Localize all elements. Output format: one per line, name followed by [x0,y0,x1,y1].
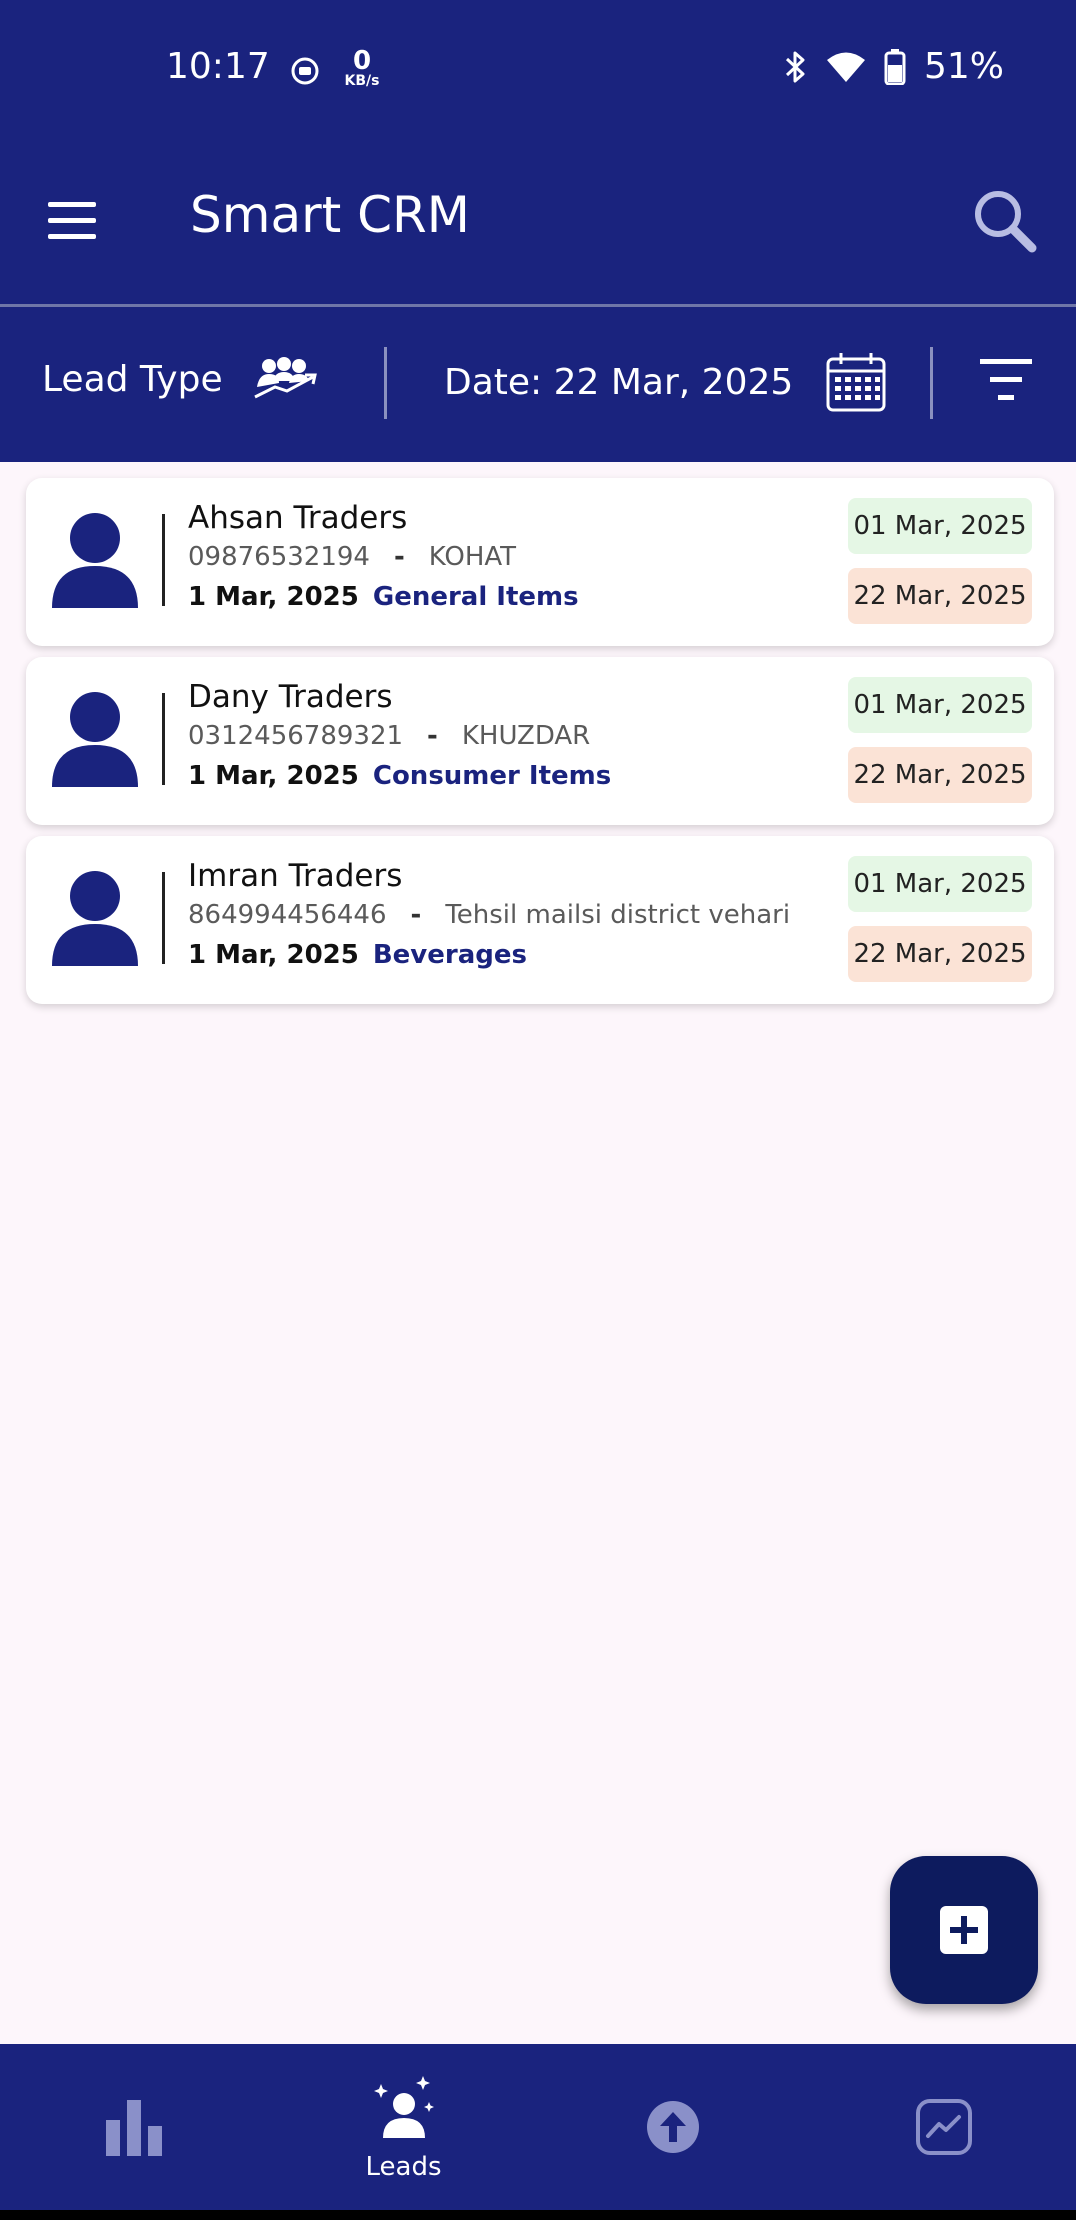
lead-meta: 1 Mar, 2025 Beverages [188,940,527,970]
lead-contact: 864994456446 - Tehsil mailsi district ve… [188,900,790,930]
header: 10:17 0 KB/s 51% Smart CRM Lead Type Dat… [0,0,1076,462]
lead-location: KOHAT [428,542,517,572]
calendar-icon [826,353,886,412]
bar-chart-icon [106,2100,162,2156]
end-date-badge: 22 Mar, 2025 [848,568,1032,624]
wifi-icon [826,52,865,82]
leads-icon [374,2076,434,2138]
lead-type-icon [253,357,317,399]
lead-name: Dany Traders [188,679,393,715]
lead-card[interactable]: Ahsan Traders 09876532194 - KOHAT 1 Mar,… [26,478,1054,646]
app-title: Smart CRM [190,186,470,244]
lead-location: Tehsil mailsi district vehari [445,900,791,930]
lead-date: 1 Mar, 2025 [188,582,359,612]
lead-phone: 09876532194 [188,542,370,572]
lead-name: Imran Traders [188,858,403,894]
battery-percent: 51% [923,46,1004,87]
status-right: 51% [784,46,1004,87]
end-date-badge: 22 Mar, 2025 [848,747,1032,803]
nav-label-leads: Leads [365,2152,442,2182]
lead-date: 1 Mar, 2025 [188,940,359,970]
date-filter[interactable]: Date: 22 Mar, 2025 [444,351,887,413]
lead-date: 1 Mar, 2025 [188,761,359,791]
nav-item-analytics[interactable] [807,2044,1076,2210]
lead-contact: 09876532194 - KOHAT [188,542,516,572]
status-bar: 10:17 0 KB/s 51% [0,0,1076,140]
avatar-icon [52,692,138,787]
filter-divider [930,347,933,419]
add-icon [940,1906,988,1954]
screen-record-icon [291,57,319,85]
bottom-nav: Leads [0,2044,1076,2210]
avatar-icon [52,871,138,966]
separator: - [410,900,422,930]
card-divider [162,872,165,964]
lead-phone: 864994456446 [188,900,387,930]
add-lead-button[interactable] [890,1856,1038,2004]
menu-icon[interactable] [44,198,100,244]
nav-item-dashboard[interactable] [0,2044,269,2210]
card-divider [162,514,165,606]
lead-type-filter[interactable]: Lead Type [42,357,319,401]
upload-icon [647,2101,699,2153]
sort-filter-icon[interactable] [978,353,1034,409]
status-time: 10:17 [166,46,270,87]
lead-contact: 0312456789321 - KHUZDAR [188,721,590,751]
lead-location: KHUZDAR [461,721,591,751]
lead-category: General Items [372,582,579,612]
nav-item-upload[interactable] [538,2044,807,2210]
end-date-badge: 22 Mar, 2025 [848,926,1032,982]
lead-name: Ahsan Traders [188,500,408,536]
lead-phone: 0312456789321 [188,721,404,751]
search-icon[interactable] [970,186,1040,256]
lead-type-label: Lead Type [42,358,223,400]
separator: - [393,542,405,572]
avatar-icon [52,513,138,608]
lead-category: Beverages [372,940,527,970]
lead-meta: 1 Mar, 2025 Consumer Items [188,761,611,791]
start-date-badge: 01 Mar, 2025 [848,677,1032,733]
trend-chart-icon [916,2099,972,2155]
card-divider [162,693,165,785]
nav-item-leads[interactable]: Leads [269,2044,538,2210]
filter-bar: Lead Type Date: 22 Mar, 2025 [0,307,1076,462]
lead-card[interactable]: Dany Traders 0312456789321 - KHUZDAR 1 M… [26,657,1054,825]
lead-meta: 1 Mar, 2025 General Items [188,582,579,612]
start-date-badge: 01 Mar, 2025 [848,498,1032,554]
separator: - [427,721,438,751]
start-date-badge: 01 Mar, 2025 [848,856,1032,912]
bluetooth-icon [785,51,805,82]
date-label: Date: 22 Mar, 2025 [444,361,794,403]
net-speed: 0 KB/s [344,46,380,89]
leads-list: Ahsan Traders 09876532194 - KOHAT 1 Mar,… [26,478,1054,1015]
battery-icon [884,48,906,85]
app-bar: Smart CRM [0,140,1076,304]
system-nav-strip [0,2210,1076,2220]
lead-card[interactable]: Imran Traders 864994456446 - Tehsil mail… [26,836,1054,1004]
filter-divider [384,347,387,419]
lead-category: Consumer Items [372,761,612,791]
